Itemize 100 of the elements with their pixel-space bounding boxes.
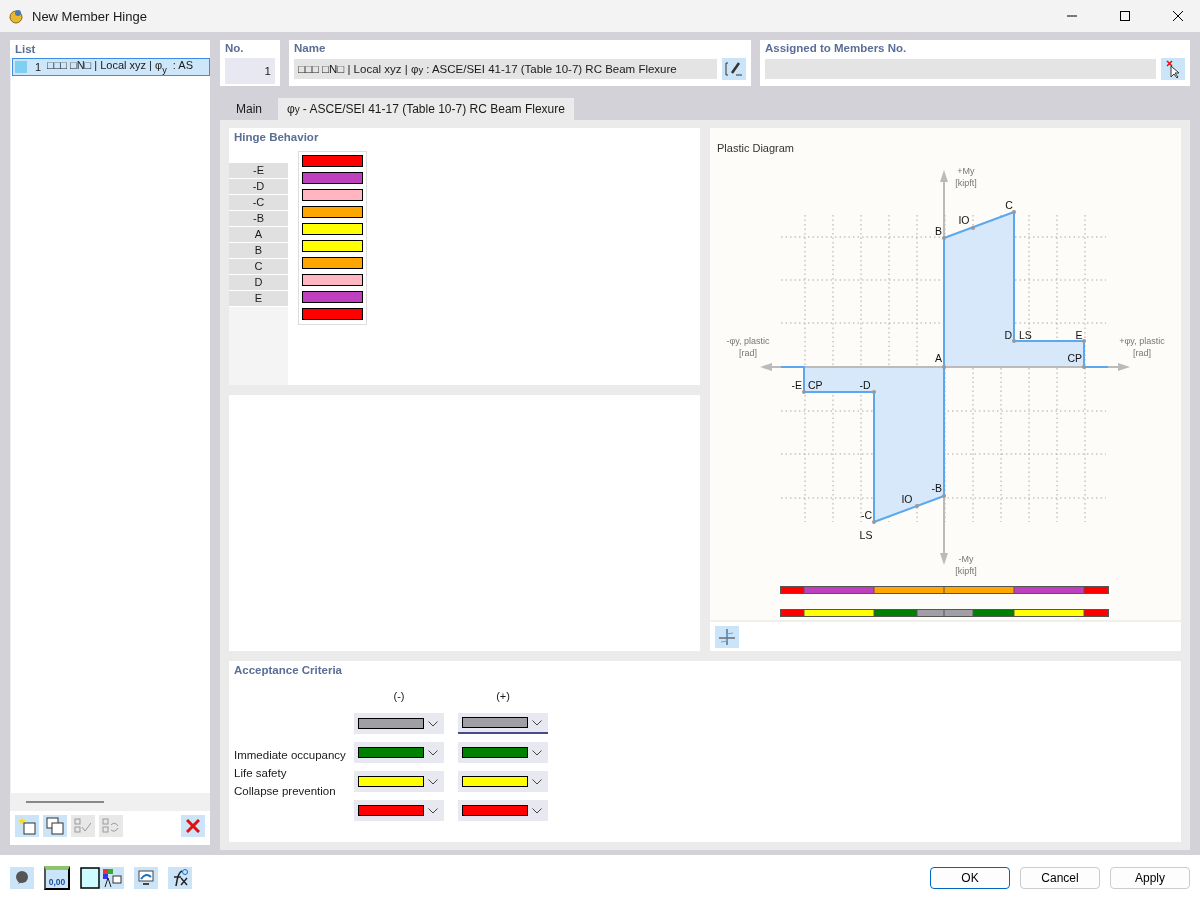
dialog-button[interactable]: Apply <box>1110 866 1190 889</box>
point-name: -D <box>229 179 288 195</box>
help-button[interactable] <box>10 866 34 889</box>
point-marker <box>1012 339 1016 343</box>
color-swatch[interactable] <box>302 172 363 184</box>
point-marker <box>802 390 806 394</box>
color-dropdown[interactable] <box>458 800 548 821</box>
point-label: D <box>1004 329 1012 341</box>
list-item[interactable]: 1 □□□ □N□ | Local xyz | φ$_{y}$ : AS <box>12 58 210 76</box>
members-field[interactable] <box>765 59 1156 79</box>
panel-title: List <box>14 42 37 57</box>
point-label: -B <box>931 482 942 494</box>
color-swatch[interactable] <box>302 274 363 286</box>
point-label: LS <box>859 529 873 541</box>
dialog-button[interactable]: Cancel <box>1020 866 1100 889</box>
color-dropdown[interactable] <box>458 713 548 734</box>
point-label: CP <box>808 379 823 391</box>
number-field[interactable]: 1 <box>225 58 275 84</box>
color-swatch[interactable] <box>302 223 363 235</box>
color-dropdown[interactable] <box>458 742 548 763</box>
point-marker <box>942 236 946 240</box>
point-label: -E <box>791 379 802 391</box>
point-label: LS <box>1019 329 1032 341</box>
point-label: E <box>1075 329 1083 341</box>
edit-button[interactable] <box>722 58 746 80</box>
column-header: (-) <box>392 690 406 704</box>
chevron-icon <box>428 778 438 785</box>
new-item-button[interactable] <box>15 815 39 837</box>
axis-label: -φy, plastic <box>726 336 770 346</box>
field-label: Assigned to Members No. <box>765 42 908 54</box>
point-label: IO <box>901 493 913 505</box>
axis-label: [rad] <box>739 348 757 358</box>
axis-label: [rad] <box>1133 348 1151 358</box>
point-name: B <box>229 243 288 259</box>
monitor-icon <box>137 868 155 887</box>
color-swatch[interactable] <box>302 206 363 218</box>
color-swatch[interactable] <box>302 155 363 167</box>
criteria-label: Collapse prevention <box>234 785 337 797</box>
axis-label: [kipft] <box>955 566 977 576</box>
cursor-icon <box>1164 60 1182 78</box>
chevron-icon <box>532 778 542 785</box>
point-marker <box>971 226 975 230</box>
color-square-icon <box>80 866 100 889</box>
point-label: B <box>935 225 942 237</box>
color-swatch[interactable] <box>302 291 363 303</box>
point-marker <box>1012 210 1016 214</box>
point-label: C <box>1005 199 1013 211</box>
copy-button[interactable] <box>43 815 67 837</box>
axes-button[interactable] <box>715 625 739 648</box>
number-format-button[interactable]: 0,00 <box>44 865 70 890</box>
delete-button[interactable] <box>181 815 205 837</box>
chevron-icon <box>532 749 542 756</box>
chevron-icon <box>428 807 438 814</box>
panel-title: Plastic Diagram <box>717 142 795 154</box>
chevron-icon <box>428 720 438 727</box>
color-swatch[interactable] <box>302 240 363 252</box>
chevron-icon <box>532 807 542 814</box>
color-dropdown[interactable] <box>354 713 444 734</box>
point-name: D <box>229 275 288 291</box>
field-label: No. <box>225 42 245 54</box>
check-all-button[interactable] <box>71 815 95 837</box>
point-name: -C <box>229 195 288 211</box>
point-label: A <box>935 352 942 364</box>
pencil-icon <box>725 61 743 77</box>
point-name: C <box>229 259 288 275</box>
point-name: E <box>229 291 288 307</box>
panel-title: Acceptance Criteria <box>234 664 344 676</box>
formula-button[interactable] <box>168 866 192 889</box>
maximize-icon <box>1119 11 1130 21</box>
axis-label: -My <box>958 554 974 564</box>
color-dropdown[interactable] <box>458 771 548 792</box>
axes-icon <box>718 627 736 646</box>
point-name: -B <box>229 211 288 227</box>
color-swatch[interactable] <box>302 257 363 269</box>
new-window-icon <box>18 817 36 835</box>
checklist-icon <box>74 817 92 835</box>
field-label: Name <box>294 42 327 54</box>
copy-windows-icon <box>46 817 64 835</box>
chevron-icon <box>428 749 438 756</box>
color-swatch[interactable] <box>302 308 363 320</box>
point-label: -C <box>860 509 872 521</box>
select-members-button[interactable] <box>1161 58 1185 80</box>
uncheck-button[interactable] <box>99 815 123 837</box>
color-swatch[interactable] <box>302 189 363 201</box>
close-icon <box>1172 11 1183 21</box>
checklist-icon <box>102 817 120 835</box>
color-dropdown[interactable] <box>354 771 444 792</box>
app-icon <box>8 8 24 24</box>
color-dropdown[interactable] <box>354 742 444 763</box>
point-name: A <box>229 227 288 243</box>
color-dropdown[interactable] <box>354 800 444 821</box>
point-marker <box>1082 365 1086 369</box>
color-settings-button[interactable] <box>100 866 124 889</box>
point-label: IO <box>958 214 970 226</box>
help-icon <box>14 869 30 886</box>
scrollbar[interactable] <box>26 801 104 803</box>
axis-label: +φy, plastic <box>1119 336 1165 346</box>
chevron-icon <box>532 719 542 726</box>
display-button[interactable] <box>134 866 158 889</box>
dialog-button[interactable]: OK <box>930 866 1010 889</box>
